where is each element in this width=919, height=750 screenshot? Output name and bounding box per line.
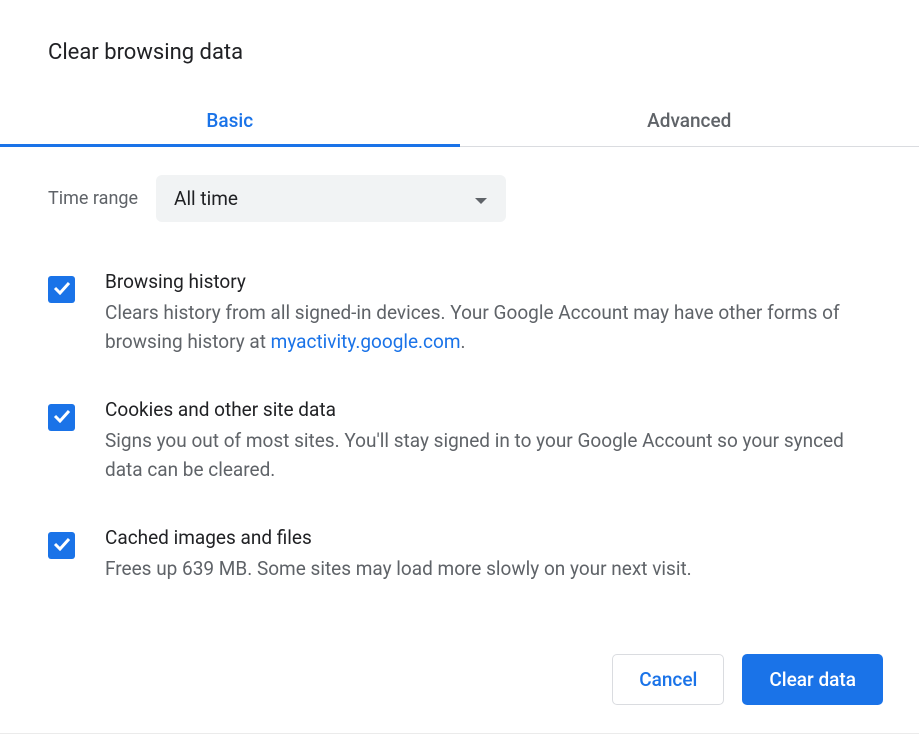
option-cookies: Cookies and other site data Signs you ou… — [48, 398, 871, 484]
option-desc: Clears history from all signed-in device… — [105, 299, 871, 356]
option-text: Cookies and other site data Signs you ou… — [105, 398, 871, 484]
option-desc-prefix: Clears history from all signed-in device… — [105, 301, 840, 353]
clear-data-button[interactable]: Clear data — [742, 654, 883, 705]
time-range-row: Time range All time — [48, 175, 871, 222]
dialog-actions: Cancel Clear data — [0, 626, 919, 734]
checkbox-cache[interactable] — [48, 532, 75, 559]
option-text: Browsing history Clears history from all… — [105, 270, 871, 356]
tabs: Basic Advanced — [0, 95, 919, 147]
myactivity-link[interactable]: myactivity.google.com — [271, 330, 461, 353]
tab-basic[interactable]: Basic — [0, 95, 460, 146]
checkbox-cookies[interactable] — [48, 404, 75, 431]
option-title: Browsing history — [105, 270, 871, 293]
dialog-title: Clear browsing data — [0, 40, 919, 65]
cancel-button[interactable]: Cancel — [612, 654, 724, 705]
option-desc: Signs you out of most sites. You'll stay… — [105, 427, 871, 484]
check-icon — [53, 536, 71, 555]
option-browsing-history: Browsing history Clears history from all… — [48, 270, 871, 356]
chevron-down-icon — [474, 187, 488, 210]
time-range-select[interactable]: All time — [156, 175, 506, 222]
option-desc: Frees up 639 MB. Some sites may load mor… — [105, 555, 871, 584]
check-icon — [53, 280, 71, 299]
option-title: Cookies and other site data — [105, 398, 871, 421]
checkbox-browsing-history[interactable] — [48, 276, 75, 303]
option-cache: Cached images and files Frees up 639 MB.… — [48, 526, 871, 584]
option-text: Cached images and files Frees up 639 MB.… — [105, 526, 871, 584]
tab-content-basic: Time range All time Browsing history — [0, 147, 919, 584]
options-list: Browsing history Clears history from all… — [48, 270, 871, 584]
time-range-value: All time — [174, 187, 238, 210]
option-desc-suffix: . — [461, 330, 466, 353]
clear-browsing-data-dialog: Clear browsing data Basic Advanced Time … — [0, 0, 919, 734]
option-title: Cached images and files — [105, 526, 871, 549]
time-range-label: Time range — [48, 188, 138, 209]
check-icon — [53, 408, 71, 427]
tab-advanced[interactable]: Advanced — [460, 95, 919, 146]
